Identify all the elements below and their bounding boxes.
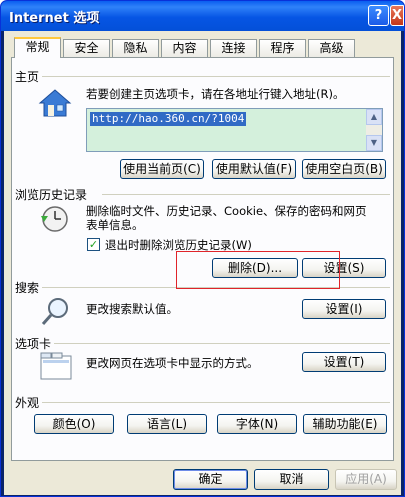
url-scrollbar[interactable]: ▲ ▼ (366, 109, 382, 151)
appearance-section-title: 外观 (15, 396, 40, 410)
internet-options-window: Internet 选项 ? X 常规 安全 隐私 内容 连接 程序 高级 主页 (0, 0, 405, 497)
tab-content[interactable]: 内容 (161, 39, 208, 57)
scroll-up-icon[interactable]: ▲ (366, 109, 382, 125)
home-description: 若要创建主页选项卡，请在各地址行键入地址(R)。 (86, 87, 345, 101)
use-current-button[interactable]: 使用当前页(C) (120, 159, 204, 179)
home-url-value: http://hao.360.cn/?1004 (90, 112, 247, 126)
ok-button[interactable]: 确定 (173, 469, 248, 490)
tab-connections[interactable]: 连接 (210, 39, 257, 57)
tab-privacy[interactable]: 隐私 (112, 39, 159, 57)
use-blank-button[interactable]: 使用空白页(B) (302, 159, 386, 179)
title-bar[interactable]: Internet 选项 ? X (1, 1, 404, 31)
help-button[interactable]: ? (368, 5, 389, 26)
highlight-box (176, 251, 340, 289)
search-settings-button[interactable]: 设置(I) (302, 299, 386, 319)
tabs-description: 更改网页在选项卡中显示的方式。 (86, 356, 259, 370)
search-section-title: 搜索 (15, 281, 40, 295)
history-divider (102, 194, 390, 195)
home-divider (42, 76, 390, 77)
tab-advanced[interactable]: 高级 (308, 39, 355, 57)
delete-on-exit-label[interactable]: 退出时删除浏览历史记录(W) (105, 238, 252, 252)
tabbed-window-icon (40, 352, 72, 380)
search-magnifier-icon (40, 296, 72, 328)
history-icon (38, 204, 72, 234)
window-title: Internet 选项 (9, 11, 100, 26)
home-url-field[interactable]: http://hao.360.cn/?1004 ▲ ▼ (86, 108, 383, 152)
tab-security[interactable]: 安全 (63, 39, 110, 57)
home-icon (38, 88, 72, 118)
fonts-button[interactable]: 字体(N) (217, 414, 297, 434)
accessibility-button[interactable]: 辅助功能(E) (303, 414, 387, 434)
tabs-settings-button[interactable]: 设置(T) (302, 352, 386, 372)
apply-button[interactable]: 应用(A) (335, 469, 397, 490)
home-section-title: 主页 (15, 70, 40, 84)
tabs-divider (54, 343, 390, 344)
history-description-line1: 删除临时文件、历史记录、Cookie、保存的密码和网页 (86, 204, 367, 218)
delete-on-exit-checkbox[interactable]: ✓ (87, 238, 100, 251)
cancel-button[interactable]: 取消 (254, 469, 329, 490)
tab-programs[interactable]: 程序 (259, 39, 306, 57)
close-button[interactable]: X (390, 5, 404, 26)
history-section-title: 浏览历史记录 (15, 188, 88, 202)
use-default-button[interactable]: 使用默认值(F) (212, 159, 296, 179)
search-description: 更改搜索默认值。 (86, 302, 178, 316)
history-description-line2: 表单信息。 (86, 218, 144, 232)
scroll-down-icon[interactable]: ▼ (366, 135, 382, 151)
tabs-section-title: 选项卡 (15, 337, 52, 351)
dialog-client: 常规 安全 隐私 内容 连接 程序 高级 主页 若要创建主页选项卡，请在各地址行… (4, 31, 401, 495)
colors-button[interactable]: 颜色(O) (34, 414, 114, 434)
languages-button[interactable]: 语言(L) (127, 414, 207, 434)
appearance-divider (42, 402, 390, 403)
tab-general[interactable]: 常规 (14, 37, 61, 58)
